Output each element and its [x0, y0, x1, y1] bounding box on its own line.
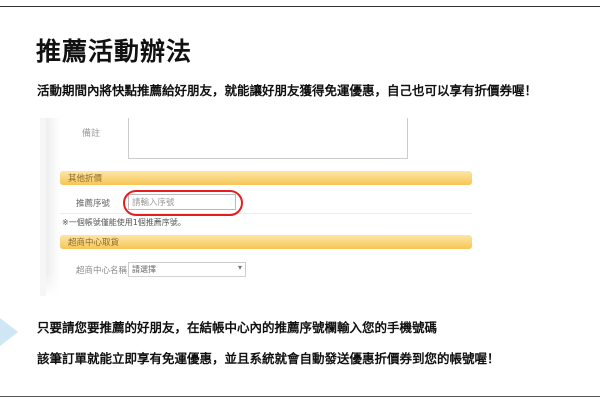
notes-label: 備註: [82, 129, 101, 139]
screenshot-fade-left: [46, 118, 60, 296]
checkout-form-screenshot: 備註 其他折價 推薦序號 請輸入序號 ※一個帳號僅能使用1個推薦序號。 超商中心…: [40, 118, 488, 296]
decorative-corner-shape: [0, 318, 18, 346]
instruction-paragraph-1: 只要請您要推薦的好朋友，在結帳中心內的推薦序號欄輸入您的手機號碼: [37, 320, 438, 335]
highlight-circle: [123, 190, 243, 216]
screenshot-fade-bottom: [46, 274, 488, 296]
section-bar-pickup-store: 超商中心取貨: [60, 235, 472, 249]
referral-note: ※一個帳號僅能使用1個推薦序號。: [62, 218, 186, 227]
notes-textarea[interactable]: [128, 118, 408, 159]
intro-text: 活動期間內將快點推薦給好朋友，就能讓好朋友獲得免運優惠，自己也可以享有折價券喔！: [37, 83, 538, 98]
bottom-divider: [0, 396, 600, 397]
referral-field-row: 推薦序號 請輸入序號: [60, 191, 472, 214]
instruction-paragraph-2: 該筆訂單就能立即享有免運優惠，並且系統就會自動發送優惠折價券到您的帳號喔！: [37, 351, 500, 366]
referral-field-label: 推薦序號: [76, 199, 111, 209]
page-title: 推薦活動辦法: [36, 37, 193, 66]
section-title-other-discount: 其他折價: [68, 174, 103, 184]
section-bar-other-discount: 其他折價: [60, 171, 472, 185]
section-title-pickup-store: 超商中心取貨: [68, 238, 120, 248]
chevron-down-icon: ▾: [237, 263, 242, 272]
top-divider: [0, 6, 600, 7]
